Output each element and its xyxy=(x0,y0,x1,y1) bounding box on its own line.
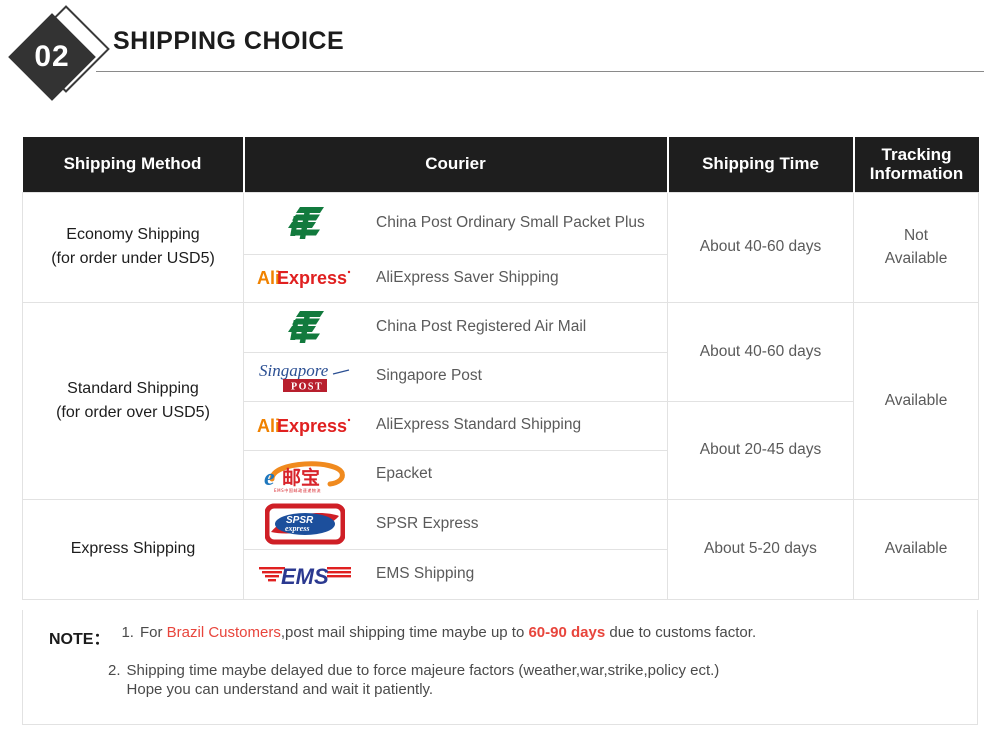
note-label: NOTE： xyxy=(49,631,110,648)
note-item-1-text: For Brazil Customers,post mail shipping … xyxy=(140,624,756,641)
courier-label: Epacket xyxy=(376,465,433,483)
method-standard-line-2: (for order over USD5) xyxy=(56,403,210,421)
tracking-economy-line-1: Not xyxy=(903,226,929,244)
spsr-express-logo: SPSR express xyxy=(250,501,360,547)
table-row: Economy Shipping (for order under USD5) xyxy=(22,191,979,303)
table-row: Standard Shipping (for order over USD5) xyxy=(22,301,979,500)
time-cell-express: About 5-20 days xyxy=(667,498,854,600)
svg-text:POST: POST xyxy=(291,381,323,392)
column-header-courier: Courier xyxy=(242,137,669,192)
time-cell-economy: About 40-60 days xyxy=(667,191,854,303)
svg-text:EMS: EMS xyxy=(281,564,329,589)
time-cell-standard-b: About 20-45 days xyxy=(667,400,854,500)
courier-cell-aliexpress-saver: Ali Express AliExpress Saver Shipping xyxy=(243,253,668,303)
ems-logo: EMS xyxy=(250,551,360,597)
method-cell-economy: Economy Shipping (for order under USD5) xyxy=(22,191,244,303)
method-economy-line-1: Economy Shipping xyxy=(66,226,200,243)
tracking-cell-economy: Not Available xyxy=(853,191,979,303)
column-header-shipping-time: Shipping Time xyxy=(666,137,855,192)
time-cell-standard-a: About 40-60 days xyxy=(667,301,854,402)
section-number-badge: 02 xyxy=(8,5,117,112)
note-item-2-index: 2. xyxy=(108,662,121,679)
courier-cell-spsr-express: SPSR express SPSR Express xyxy=(243,498,668,550)
section-header: 02 SHIPPING CHOICE xyxy=(0,0,1000,120)
note-item-1: NOTE： 1. For Brazil Customers,post mail … xyxy=(49,624,957,649)
method-express-line-1: Express Shipping xyxy=(70,540,196,557)
courier-label: AliExpress Standard Shipping xyxy=(376,416,582,434)
china-post-logo xyxy=(250,200,360,246)
note-item-1-part-1: For xyxy=(139,624,167,641)
aliexpress-logo-icon: Ali Express xyxy=(257,416,351,436)
courier-cell-epacket: e 邮宝 EMS中国邮政速递物流 Epacket xyxy=(243,449,668,500)
note-highlight-brazil-customers: Brazil Customers xyxy=(166,624,281,641)
shipping-choice-page: 02 SHIPPING CHOICE Shipping Method Couri… xyxy=(0,0,1000,748)
epacket-logo-icon: e 邮宝 EMS中国邮政速递物流 xyxy=(264,460,345,493)
svg-text:Express: Express xyxy=(277,416,347,436)
column-header-tracking-information: Tracking Information xyxy=(852,137,979,192)
svg-text:Singapore: Singapore xyxy=(259,361,329,380)
china-post-logo xyxy=(250,304,360,350)
header-divider xyxy=(96,71,984,72)
ems-logo-icon: EMS xyxy=(259,564,351,589)
table-header-row: Shipping Method Courier Shipping Time Tr… xyxy=(22,137,979,192)
tracking-header-line-1: Tracking xyxy=(881,144,952,164)
svg-text:邮宝: 邮宝 xyxy=(282,466,320,489)
courier-label: China Post Ordinary Small Packet Plus xyxy=(376,213,645,231)
courier-label: SPSR Express xyxy=(376,514,479,532)
singapore-post-logo-icon: Singapore POST xyxy=(259,361,350,392)
note-item-1-part-3: due to customs factor. xyxy=(605,624,757,641)
courier-cell-ems-shipping: EMS EMS Shipping xyxy=(243,548,668,600)
note-item-2-text: Shipping time maybe delayed due to force… xyxy=(127,662,720,698)
column-header-shipping-method: Shipping Method xyxy=(22,137,245,192)
note-item-2-line-1: Shipping time maybe delayed due to force… xyxy=(126,662,720,679)
svg-text:Express: Express xyxy=(277,268,347,288)
china-post-logo-icon xyxy=(288,311,324,343)
courier-cell-china-post-small-packet: China Post Ordinary Small Packet Plus xyxy=(243,191,668,255)
spsr-express-logo-icon: SPSR express xyxy=(265,503,345,545)
china-post-logo-icon xyxy=(288,207,324,239)
courier-cell-china-post-registered: China Post Registered Air Mail xyxy=(243,301,668,353)
aliexpress-logo: Ali Express xyxy=(250,255,360,301)
note-highlight-60-90-days: 60-90 days xyxy=(528,624,606,641)
tracking-cell-standard: Available xyxy=(853,301,979,500)
shipping-table: Shipping Method Courier Shipping Time Tr… xyxy=(22,137,979,600)
note-item-2-line-2: Hope you can understand and wait it pati… xyxy=(126,681,434,698)
courier-label: China Post Registered Air Mail xyxy=(376,317,587,335)
courier-label: EMS Shipping xyxy=(376,564,475,582)
courier-label: Singapore Post xyxy=(376,367,482,385)
note-block: NOTE： 1. For Brazil Customers,post mail … xyxy=(22,610,978,725)
method-standard-line-1: Standard Shipping xyxy=(67,379,199,397)
courier-cell-aliexpress-standard: Ali Express AliExpress Standard Shipping xyxy=(243,400,668,451)
note-item-2: 2. Shipping time maybe delayed due to fo… xyxy=(49,662,957,698)
courier-cell-singapore-post: Singapore POST Singapore Post xyxy=(243,351,668,402)
method-cell-standard: Standard Shipping (for order over USD5) xyxy=(22,301,244,500)
svg-text:express: express xyxy=(285,524,309,533)
table-row: Express Shipping SPSR express SPSR Expre… xyxy=(22,498,979,600)
tracking-cell-express: Available xyxy=(853,498,979,600)
note-item-1-index: 1. xyxy=(121,624,134,641)
epacket-logo: e 邮宝 EMS中国邮政速递物流 xyxy=(250,452,360,498)
aliexpress-logo-icon: Ali Express xyxy=(257,268,351,288)
tracking-economy-line-2: Available xyxy=(884,250,948,267)
tracking-header-line-2: Information xyxy=(869,164,964,184)
svg-text:EMS中国邮政速递物流: EMS中国邮政速递物流 xyxy=(274,487,321,493)
courier-label: AliExpress Saver Shipping xyxy=(376,268,559,286)
singapore-post-logo: Singapore POST xyxy=(250,354,360,400)
method-cell-express: Express Shipping xyxy=(22,498,244,600)
section-number: 02 xyxy=(34,40,70,73)
method-economy-line-2: (for order under USD5) xyxy=(51,250,215,267)
page-title: SHIPPING CHOICE xyxy=(113,27,345,55)
aliexpress-logo: Ali Express xyxy=(250,403,360,449)
note-item-1-part-2: ,post mail shipping time maybe up to xyxy=(280,624,529,641)
